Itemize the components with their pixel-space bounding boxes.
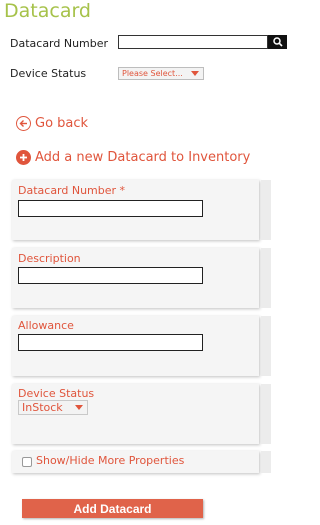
datacard-number-label: Datacard Number *: [18, 184, 126, 197]
go-back-link[interactable]: Go back: [16, 116, 88, 131]
chevron-down-icon: [191, 71, 199, 76]
search-icon: [272, 37, 283, 47]
description-card: Description: [12, 248, 271, 308]
device-status-filter-select[interactable]: Please Select...: [118, 67, 204, 80]
more-properties-card: Show/Hide More Properties: [12, 451, 271, 473]
page-title: Datacard: [4, 0, 91, 22]
device-status-select[interactable]: InStock: [18, 400, 88, 415]
device-status-card: Device Status InStock: [12, 384, 271, 444]
datacard-number-card: Datacard Number *: [12, 180, 271, 240]
datacard-number-input[interactable]: [18, 200, 203, 217]
allowance-card: Allowance: [12, 316, 271, 376]
description-input[interactable]: [18, 267, 203, 284]
allowance-label: Allowance: [18, 319, 74, 332]
go-back-label: Go back: [35, 116, 89, 131]
allowance-input[interactable]: [18, 334, 203, 351]
more-properties-label[interactable]: Show/Hide More Properties: [36, 454, 184, 467]
add-new-datacard-link[interactable]: Add a new Datacard to Inventory: [16, 150, 250, 165]
filter-datacard-number-label: Datacard Number: [10, 37, 109, 50]
device-status-filter-value: Please Select...: [122, 69, 183, 78]
back-arrow-icon: [16, 116, 31, 131]
plus-icon: [16, 150, 31, 165]
datacard-number-search-input[interactable]: [118, 35, 268, 49]
add-datacard-button[interactable]: Add Datacard: [22, 499, 203, 518]
add-new-datacard-label: Add a new Datacard to Inventory: [35, 150, 251, 165]
device-status-label: Device Status: [18, 387, 95, 400]
search-button[interactable]: [268, 35, 287, 49]
description-label: Description: [18, 252, 81, 265]
chevron-down-icon: [75, 405, 83, 410]
filter-device-status-label: Device Status: [10, 67, 87, 80]
more-properties-checkbox[interactable]: [22, 457, 32, 467]
device-status-value: InStock: [22, 401, 63, 414]
